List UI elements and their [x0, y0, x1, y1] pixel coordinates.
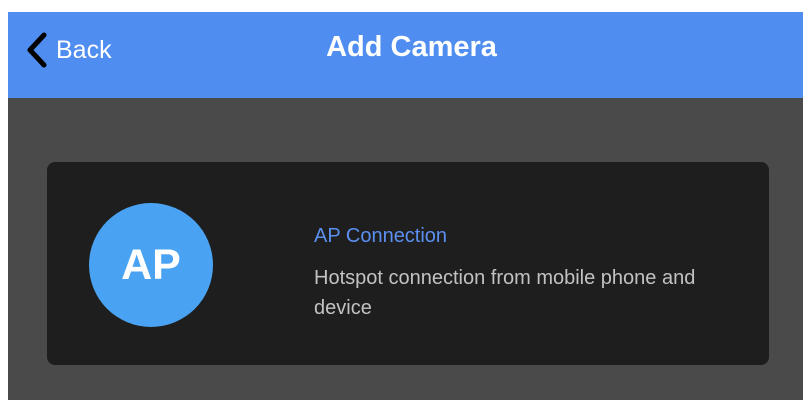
ap-badge: AP	[89, 203, 213, 327]
option-description: Hotspot connection from mobile phone and…	[314, 267, 696, 319]
ap-connection-option[interactable]: AP AP Connection Hotspot connection from…	[47, 162, 769, 365]
option-title: AP Connection	[314, 225, 448, 247]
page-title: Add Camera	[326, 31, 497, 63]
app-screen: Back Add Camera AP AP Connection Hotspot…	[8, 12, 803, 400]
header-bar: Back Add Camera	[8, 12, 803, 98]
